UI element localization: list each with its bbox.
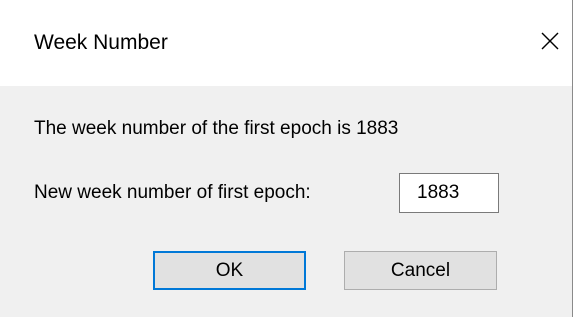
first-epoch-message: The week number of the first epoch is 18… xyxy=(34,118,399,139)
ok-button[interactable]: OK xyxy=(153,251,306,290)
new-week-number-label: New week number of first epoch: xyxy=(34,182,311,203)
cancel-button[interactable]: Cancel xyxy=(344,251,497,290)
week-number-input[interactable] xyxy=(399,173,499,213)
title-bar: Week Number xyxy=(0,0,573,86)
window-title: Week Number xyxy=(34,31,168,54)
week-number-dialog: Week Number The week number of the first… xyxy=(0,0,573,317)
close-icon xyxy=(541,32,559,50)
close-button[interactable] xyxy=(527,18,573,64)
